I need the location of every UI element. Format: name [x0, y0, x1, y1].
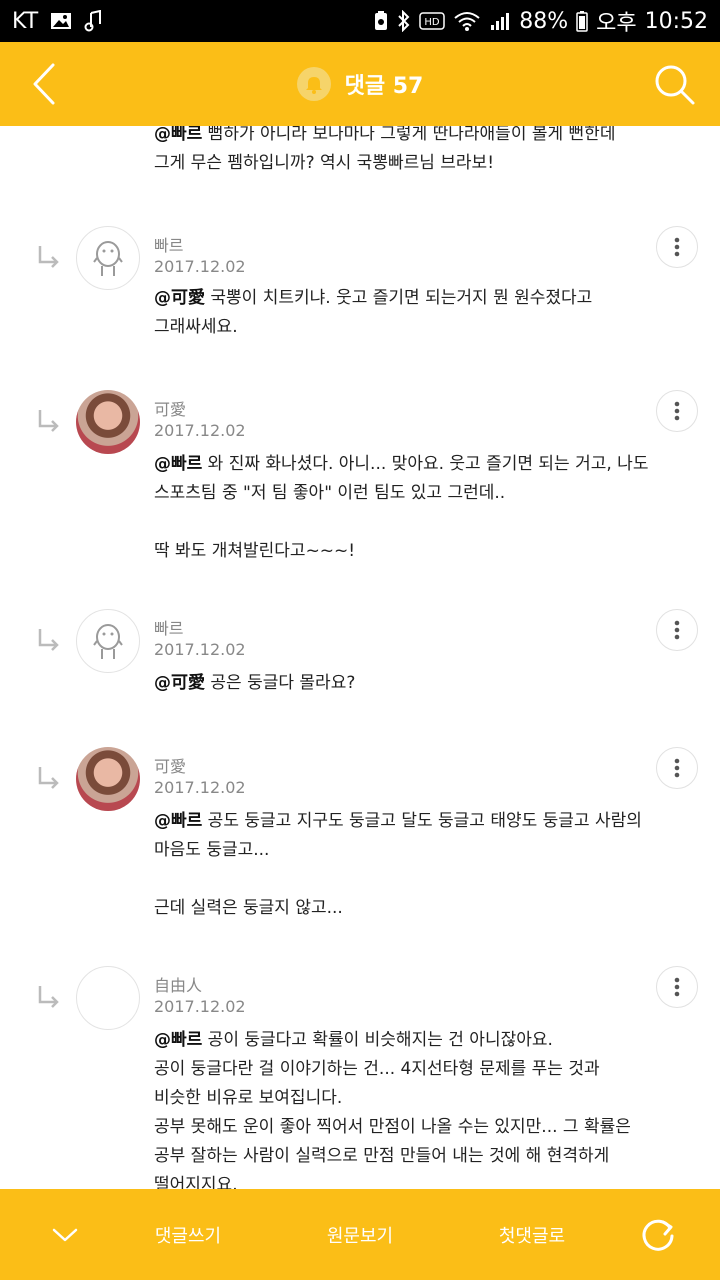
chevron-left-icon [33, 63, 55, 105]
comment-list[interactable]: @빠르 뻠하가 아니라 보나마나 그렇게 딴나라애들이 볼게 뻔한데 그게 무슨… [0, 126, 720, 1189]
comment-body: @빠르 뻠하가 아니라 보나마나 그렇게 딴나라애들이 볼게 뻔한데 그게 무슨… [154, 126, 674, 178]
comment-more-button[interactable] [656, 390, 698, 432]
view-original-button[interactable]: 원문보기 [292, 1189, 428, 1280]
reply-arrow-icon [38, 410, 59, 432]
comment-body: @빠르 공도 둥글고 지구도 둥글고 달도 둥글고 태양도 둥글고 사람의 마음… [154, 807, 674, 923]
comment-more-button[interactable] [656, 609, 698, 651]
comment-more-button[interactable] [656, 747, 698, 789]
first-comment-label: 첫댓글로 [498, 1225, 566, 1247]
reply-arrow-icon [38, 246, 59, 268]
write-comment-button[interactable]: 댓글쓰기 [120, 1189, 256, 1280]
image-notification-icon [50, 11, 72, 31]
comment-author[interactable]: 可愛 [154, 396, 186, 420]
comment-author[interactable]: 빠르 [154, 232, 183, 256]
comment-mention[interactable]: @可愛 [154, 288, 205, 308]
comment-mention[interactable]: @可愛 [154, 673, 205, 693]
comment-mention[interactable]: @빠르 [154, 1030, 202, 1050]
notification-bell-button[interactable] [296, 67, 331, 101]
refresh-button[interactable] [620, 1189, 696, 1280]
more-vertical-icon [674, 758, 680, 778]
comment-text: 뻠하가 아니라 보나마나 그렇게 딴나라애들이 볼게 뻔한데 그게 무슨 펨하입… [154, 126, 616, 173]
refresh-icon [642, 1219, 674, 1251]
battery-icon [576, 10, 588, 32]
comment-text: 와 진짜 화나셨다. 아니... 맞아요. 웃고 즐기면 되는 거고, 나도 스… [154, 454, 649, 561]
comment-date: 2017.12.02 [154, 997, 246, 1016]
svg-text:HD: HD [425, 17, 441, 28]
comment-mention[interactable]: @빠르 [154, 454, 202, 474]
hd-voice-icon: HD [419, 12, 445, 30]
comment-body: @可愛 공은 둥글다 몰라요? [154, 669, 674, 698]
comment-author[interactable]: 可愛 [154, 753, 186, 777]
avatar[interactable] [76, 966, 140, 1030]
more-vertical-icon [674, 237, 680, 257]
bell-icon [305, 77, 322, 94]
search-button[interactable] [650, 60, 698, 108]
more-vertical-icon [674, 620, 680, 640]
clock-ampm: 오후 [596, 11, 637, 36]
comment-text: 국뽕이 치트키냐. 웃고 즐기면 되는거지 뭔 원수졌다고 그래싸세요. [154, 288, 593, 337]
battery-saver-icon [373, 10, 389, 32]
comment-author[interactable]: 自由人 [154, 972, 202, 996]
chevron-down-icon [52, 1228, 78, 1241]
search-icon [655, 65, 695, 105]
comment-mention[interactable]: @빠르 [154, 811, 202, 831]
bottom-toolbar: 댓글쓰기 원문보기 첫댓글로 [0, 1189, 720, 1280]
avatar-photo[interactable] [76, 390, 140, 454]
more-vertical-icon [674, 401, 680, 421]
back-button[interactable] [22, 60, 66, 108]
comment-author[interactable]: 빠르 [154, 615, 183, 639]
page-title: 댓글 57 [344, 74, 424, 99]
clock-time: 10:52 [644, 8, 708, 34]
title-area: 댓글 57 [296, 67, 424, 101]
default-character-icon [93, 624, 123, 659]
avatar[interactable] [76, 226, 140, 290]
comment-mention[interactable]: @빠르 [154, 126, 202, 144]
reply-arrow-icon [38, 986, 59, 1008]
music-notification-icon [84, 10, 104, 32]
comment-date: 2017.12.02 [154, 778, 246, 797]
comment-date: 2017.12.02 [154, 640, 246, 659]
comment-body: @빠르 와 진짜 화나셨다. 아니... 맞아요. 웃고 즐기면 되는 거고, … [154, 450, 674, 566]
signal-icon [489, 10, 511, 32]
write-comment-label: 댓글쓰기 [154, 1225, 222, 1247]
comment-body: @빠르 공이 둥글다고 확률이 비슷해지는 건 아니잖아요. 공이 둥글다란 걸… [154, 1026, 674, 1189]
comment-text: 공은 둥글다 몰라요? [205, 673, 356, 693]
battery-percent: 88% [519, 8, 569, 34]
comment-body: @可愛 국뽕이 치트키냐. 웃고 즐기면 되는거지 뭔 원수졌다고 그래싸세요. [154, 284, 674, 342]
default-character-icon [93, 241, 123, 276]
reply-arrow-icon [38, 629, 59, 651]
bluetooth-icon [397, 10, 411, 32]
wifi-icon [453, 10, 481, 32]
comment-date: 2017.12.02 [154, 257, 246, 276]
comment-more-button[interactable] [656, 966, 698, 1008]
comment-date: 2017.12.02 [154, 421, 246, 440]
avatar-photo[interactable] [76, 747, 140, 811]
view-original-label: 원문보기 [326, 1225, 394, 1247]
carrier-label: KT [12, 8, 39, 34]
comment-more-button[interactable] [656, 226, 698, 268]
status-bar: KT HD 88% 오후 10:52 [0, 0, 720, 42]
comment-text: 공도 둥글고 지구도 둥글고 달도 둥글고 태양도 둥글고 사람의 마음도 둥글… [154, 811, 642, 918]
more-vertical-icon [674, 977, 680, 997]
collapse-button[interactable] [20, 1189, 110, 1280]
avatar[interactable] [76, 609, 140, 673]
comment-text: 공이 둥글다고 확률이 비슷해지는 건 아니잖아요. 공이 둥글다란 걸 이야기… [154, 1030, 631, 1189]
reply-arrow-icon [38, 767, 59, 789]
first-comment-button[interactable]: 첫댓글로 [464, 1189, 600, 1280]
top-bar: 댓글 57 [0, 42, 720, 126]
